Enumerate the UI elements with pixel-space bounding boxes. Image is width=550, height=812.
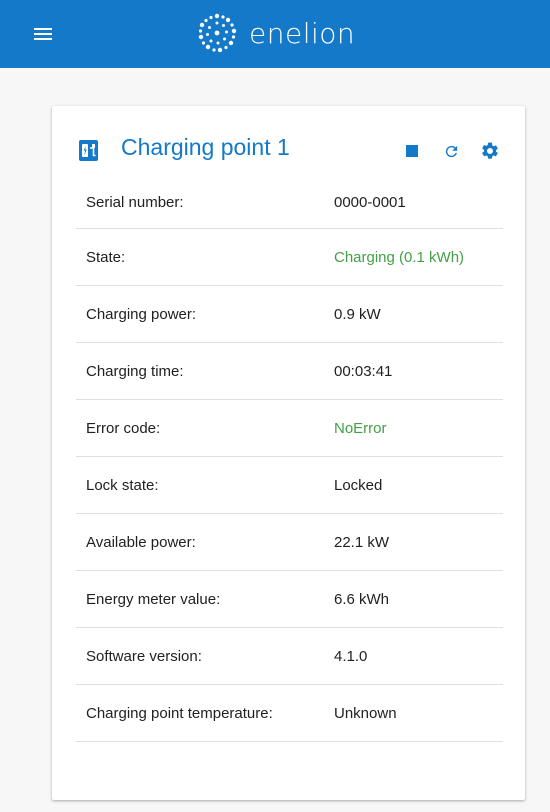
detail-label: Charging time: (86, 363, 184, 380)
detail-label: Error code: (86, 420, 161, 437)
brand-logo: enelion (196, 11, 355, 55)
detail-row: Software version: 4.1.0 (76, 628, 503, 685)
card-title: Charging point 1 (121, 134, 290, 160)
detail-label: Software version: (86, 648, 202, 665)
detail-row: Charging time: 00:03:41 (76, 343, 503, 400)
detail-row: Serial number: 0000-0001 (76, 190, 503, 229)
detail-value: 22.1 kW (334, 534, 390, 551)
card-header: Charging point 1 (52, 106, 525, 190)
detail-row: Lock state: Locked (76, 457, 503, 514)
app-bar: enelion (0, 0, 550, 68)
detail-value: Unknown (334, 705, 397, 722)
detail-value: 00:03:41 (334, 363, 393, 380)
detail-value: 6.6 kWh (334, 591, 390, 608)
detail-row: State: Charging (0.1 kWh) (76, 229, 503, 286)
charging-station-icon (79, 140, 98, 161)
hamburger-menu-icon[interactable] (28, 22, 58, 46)
detail-value: 0.9 kW (334, 306, 381, 323)
stop-button[interactable] (401, 140, 423, 162)
enelion-logo-icon (198, 13, 237, 53)
detail-row: Available power: 22.1 kW (76, 514, 503, 571)
detail-value: NoError (334, 420, 387, 437)
brand-name: enelion (249, 16, 356, 50)
detail-label: Energy meter value: (86, 591, 221, 608)
detail-label: Lock state: (86, 477, 159, 494)
detail-label: Available power: (86, 534, 196, 551)
detail-label: Charging power: (86, 306, 197, 323)
settings-button[interactable] (479, 140, 501, 162)
detail-value: 0000-0001 (334, 194, 406, 211)
refresh-button[interactable] (440, 140, 462, 162)
detail-value: Charging (0.1 kWh) (334, 249, 465, 266)
charging-point-card: Charging point 1 Serial number: 0000-0001… (52, 106, 525, 800)
detail-row: Energy meter value: 6.6 kWh (76, 571, 503, 628)
detail-value: Locked (334, 477, 383, 494)
settings-gear-icon (482, 142, 498, 159)
detail-row: Charging point temperature: Unknown (76, 685, 503, 742)
detail-label: State: (86, 249, 126, 266)
detail-row: Error code: NoError (76, 400, 503, 457)
detail-label: Serial number: (86, 194, 184, 211)
detail-row: Charging power: 0.9 kW (76, 286, 503, 343)
stop-icon (406, 145, 418, 157)
detail-label: Charging point temperature: (86, 705, 273, 722)
details-list: Serial number: 0000-0001 State: Charging (0… (76, 190, 503, 742)
detail-value: 4.1.0 (334, 648, 368, 665)
refresh-icon (445, 145, 457, 157)
